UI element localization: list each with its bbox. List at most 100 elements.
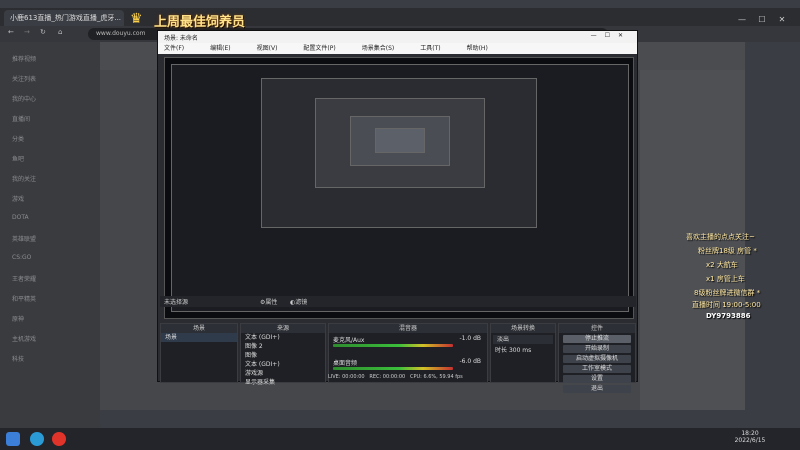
sidebar-item[interactable]: DOTA	[12, 214, 29, 221]
sidebar-item[interactable]: 游戏	[12, 194, 24, 203]
obs-title-bar: 场景: 未命名 —☐✕	[158, 31, 637, 43]
transition-select[interactable]: 淡出	[493, 335, 553, 344]
tab-bar: 小鹿613直播_热门游戏直播_虎牙... + — ☐ ✕	[0, 8, 800, 26]
obs-window: 场景: 未命名 —☐✕ 文件(F) 编辑(E) 视图(V) 配置文件(P) 场景集合(S…	[157, 30, 638, 393]
sidebar-item[interactable]: 我的中心	[12, 94, 36, 103]
controls-header: 控件	[559, 324, 635, 333]
obs-preview[interactable]	[164, 57, 634, 319]
tab-douyu-label: 小鹿613直播_热门游戏直播_虎牙...	[10, 14, 122, 22]
obs-menu-bar: 文件(F) 编辑(E) 视图(V) 配置文件(P) 场景集合(S) 工具(T) 帮助(H)	[158, 43, 637, 54]
source-list: 文本 (GDI+) 图像 2 图像 文本 (GDI+) 游戏源 显示器采集	[241, 333, 325, 387]
overlay-line-admin: x1 房管上车	[706, 275, 745, 283]
streamer-info-overlay: 喜欢主播的点点关注~ 粉丝牌18级 房管 * x2 大航车 x1 房管上车 8级…	[640, 232, 790, 332]
filters-label: 滤镜	[295, 299, 308, 306]
obs-taskbar-icon[interactable]	[52, 432, 66, 446]
overlay-line-follow: 喜欢主播的点点关注~	[686, 233, 755, 241]
scenes-dock: 场景 场景	[160, 323, 238, 383]
source-item[interactable]: 文本 (GDI+)	[241, 333, 325, 342]
back-icon[interactable]: ←	[8, 28, 14, 36]
source-item[interactable]: 文本 (GDI+)	[241, 360, 325, 369]
sidebar-item[interactable]: 王者荣耀	[12, 274, 36, 283]
edge-icon[interactable]	[30, 432, 44, 446]
sidebar-item[interactable]: 关注列表	[12, 74, 36, 83]
tab-douyu[interactable]: 小鹿613直播_热门游戏直播_虎牙...	[4, 10, 124, 26]
obs-window-controls[interactable]: —☐✕	[591, 32, 631, 39]
site-sidebar: 推荐视频关注列表我的中心直播间分类鱼吧我的关注游戏 DOTA 英雄联盟 CS:GO 王者…	[0, 42, 100, 428]
obs-menu-item[interactable]: 场景集合(S)	[362, 45, 395, 52]
source-item[interactable]: 图像	[241, 351, 325, 360]
duration-label: 时长	[495, 347, 508, 354]
transitions-header: 场景转换	[491, 324, 555, 333]
clock-time: 18:20	[741, 430, 759, 437]
home-icon[interactable]: ⌂	[58, 28, 62, 36]
control-buttons: 停止推流 开始录制 启动虚拟摄像机 工作室模式 设置 退出	[559, 335, 635, 393]
reload-icon[interactable]: ↻	[40, 28, 46, 36]
sources-header: 来源	[241, 324, 325, 333]
obs-menu-item[interactable]: 编辑(E)	[210, 45, 230, 52]
url-text: www.douyu.com	[96, 30, 146, 37]
mixer-header: 混音器	[329, 324, 487, 333]
properties-label: 属性	[265, 299, 278, 306]
control-button[interactable]: 开始录制	[563, 345, 631, 353]
clock[interactable]: 18:20 2022/6/15	[730, 430, 770, 444]
sources-dock: 来源 文本 (GDI+) 图像 2 图像 文本 (GDI+) 游戏源 显示器采集	[240, 323, 326, 386]
source-item[interactable]: 图像 2	[241, 342, 325, 351]
rec-status: REC: 00:00:00	[369, 374, 406, 380]
obs-menu-item[interactable]: 配置文件(P)	[303, 45, 335, 52]
clock-date: 2022/6/15	[734, 437, 766, 444]
overlay-line-fan: 粉丝牌18级 房管 *	[698, 247, 757, 255]
forward-icon[interactable]: →	[24, 28, 30, 36]
obs-status-bar: LIVE: 00:00:00 REC: 00:00:00 CPU: 6.6%, …	[328, 374, 636, 382]
overlay-line-fleet: x2 大航车	[706, 261, 738, 269]
live-status: LIVE: 00:00:00	[328, 374, 365, 380]
sidebar-item[interactable]: 鱼吧	[12, 154, 24, 163]
control-button[interactable]: 停止推流	[563, 335, 631, 343]
no-source-label: 未选择源	[164, 299, 189, 306]
crown-icon: ♛	[130, 11, 143, 27]
mixer-channel-2-db: -6.0 dB	[459, 358, 481, 365]
obs-menu-item[interactable]: 视图(V)	[257, 45, 278, 52]
mixer-channel-1-meter	[333, 344, 453, 347]
windows-taskbar: 18:20 2022/6/15	[0, 428, 800, 450]
control-button[interactable]: 工作室模式	[563, 365, 631, 373]
scenes-header: 场景	[161, 324, 237, 333]
mixer-channel-2-meter	[333, 367, 453, 370]
source-item[interactable]: 游戏源	[241, 369, 325, 378]
cpu-status: CPU: 6.6%, 59.94 fps	[410, 374, 463, 380]
filters-button[interactable]: ◐滤镜	[290, 297, 307, 306]
banner-title: 上周最佳饲养员	[154, 15, 246, 30]
best-feeder-banner: ♛ 上周最佳饲养员	[128, 8, 288, 30]
start-icon[interactable]	[6, 432, 20, 446]
obs-title: 场景: 未命名	[164, 35, 198, 42]
maximize-icon[interactable]: ☐	[755, 14, 769, 26]
mixer-channel-1-name: 麦克风/Aux	[333, 337, 365, 344]
duration-value: 300 ms	[508, 347, 532, 354]
scene-item[interactable]: 场景	[161, 333, 237, 342]
obs-menu-item[interactable]: 工具(T)	[420, 45, 440, 52]
minimize-icon[interactable]: —	[735, 14, 749, 26]
close-icon[interactable]: ✕	[775, 14, 789, 26]
mixer-channel-1-db: -1.0 dB	[459, 335, 481, 342]
obs-menu-item[interactable]: 文件(F)	[164, 45, 184, 52]
overlay-line-schedule: 直播时间 19:00-5:00	[692, 301, 761, 309]
properties-button[interactable]: ⚙属性	[260, 297, 277, 306]
sidebar-item[interactable]: 直播间	[12, 114, 30, 123]
sidebar-item[interactable]: CS:GO	[12, 254, 31, 261]
overlay-line-douyin: DY9793886	[706, 312, 751, 320]
sidebar-item[interactable]: 推荐视频	[12, 54, 36, 63]
sidebar-item[interactable]: 原神	[12, 314, 24, 323]
sidebar-item[interactable]: 我的关注	[12, 174, 36, 183]
nested-preview-5	[375, 128, 425, 153]
control-button[interactable]: 退出	[563, 385, 631, 393]
source-toolbar: 未选择源 ⚙属性 ◐滤镜	[160, 296, 636, 307]
sidebar-item[interactable]: 科技	[12, 354, 24, 363]
mixer-channel-2-name: 桌面音频	[333, 360, 358, 367]
sidebar-item[interactable]: 分类	[12, 134, 24, 143]
obs-menu-item[interactable]: 帮助(H)	[467, 45, 488, 52]
source-item[interactable]: 显示器采集	[241, 378, 325, 387]
transition-duration[interactable]: 时长 300 ms	[491, 346, 555, 355]
sidebar-item[interactable]: 主机游戏	[12, 334, 36, 343]
sidebar-item[interactable]: 英雄联盟	[12, 234, 36, 243]
control-button[interactable]: 启动虚拟摄像机	[563, 355, 631, 363]
sidebar-item[interactable]: 和平精英	[12, 294, 36, 303]
